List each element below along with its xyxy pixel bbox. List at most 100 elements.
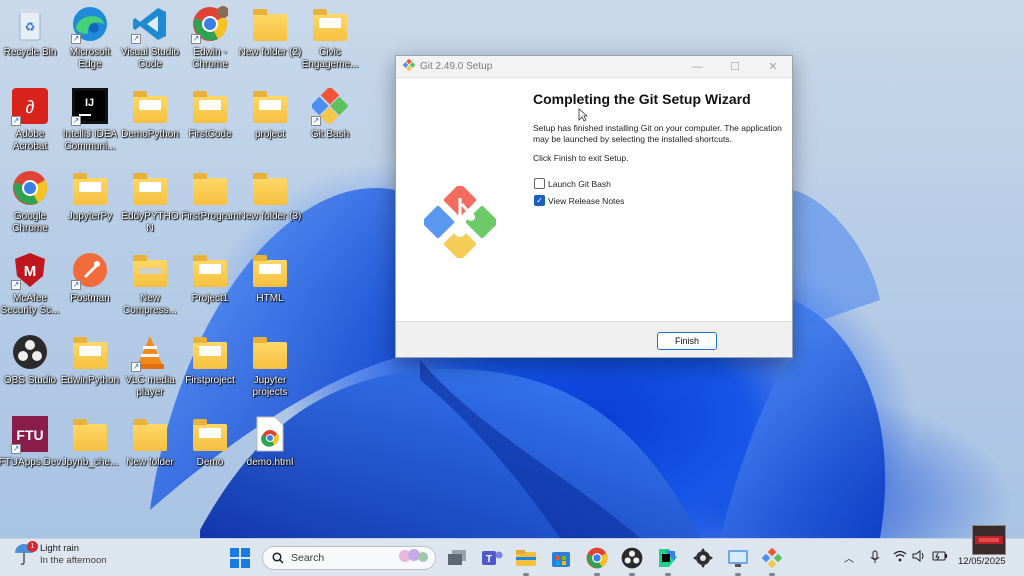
- folder-icon: [190, 250, 230, 290]
- desktop-icon-civic-engagement[interactable]: Civic Engageme...: [300, 4, 360, 82]
- obs-studio-icon: [10, 332, 50, 372]
- dialog-titlebar[interactable]: Git 2.49.0 Setup — ☐ ✕: [396, 56, 792, 78]
- desktop-icon-project1[interactable]: Project1: [180, 250, 240, 328]
- folder-icon: [190, 168, 230, 208]
- pycharm-icon: [659, 549, 677, 567]
- pycharm-taskbar-button[interactable]: [656, 546, 680, 576]
- wizard-instruction: Click Finish to exit Setup.: [533, 153, 629, 163]
- obs-studio-icon: [621, 547, 643, 569]
- obs-taskbar-button[interactable]: [620, 546, 644, 576]
- desktop-icon-demopython[interactable]: DemoPython: [120, 86, 180, 164]
- volume-button[interactable]: [912, 550, 926, 565]
- desktop-icon-new-folder[interactable]: New folder: [120, 414, 180, 492]
- show-hidden-icons-button[interactable]: ︿: [844, 550, 854, 565]
- taskbar-date[interactable]: 12/05/2025: [958, 556, 1006, 567]
- desktop-icon-google-chrome[interactable]: Google Chrome: [0, 168, 60, 246]
- desktop-icon-adobe-acrobat[interactable]: ∂ ↗ Adobe Acrobat: [0, 86, 60, 164]
- launch-git-bash-option[interactable]: Launch Git Bash: [534, 178, 611, 189]
- desktop-icon-edwin-chrome[interactable]: ↗ Edwin - Chrome: [180, 4, 240, 82]
- folder-icon: [310, 4, 350, 44]
- desktop-icon-html[interactable]: HTML: [240, 250, 300, 328]
- desktop-icon-vlc[interactable]: ↗ VLC media player: [120, 332, 180, 410]
- search-placeholder: Search: [291, 552, 325, 564]
- svg-text:M: M: [24, 263, 37, 280]
- taskbar-search[interactable]: Search: [262, 546, 436, 570]
- desktop-icon-ftuapps[interactable]: FTU ↗ FTUApps.Dev: [0, 414, 61, 492]
- close-button[interactable]: ✕: [754, 56, 792, 78]
- desktop-icon-jpynb[interactable]: Jpynb_che...: [60, 414, 120, 492]
- desktop-icon-firstprogram[interactable]: FirstProgram: [180, 168, 240, 246]
- launch-git-bash-checkbox[interactable]: [534, 178, 545, 189]
- battery-button[interactable]: [932, 550, 948, 565]
- desktop-icon-label: project: [254, 129, 285, 140]
- dialog-body: Completing the Git Setup Wizard Setup ha…: [396, 78, 792, 322]
- view-release-notes-checkbox[interactable]: ✓: [534, 195, 545, 206]
- desktop-icon-firstproject[interactable]: Firstproject: [180, 332, 240, 410]
- desktop-icon-new-compressed[interactable]: New Compress...: [120, 250, 180, 328]
- finish-button[interactable]: Finish: [657, 332, 717, 350]
- task-view-button[interactable]: [445, 546, 469, 570]
- postman-icon: ↗: [70, 250, 110, 290]
- desktop-icon-new-folder-2[interactable]: New folder (2): [239, 4, 301, 82]
- desktop-icon-project[interactable]: project: [240, 86, 300, 164]
- chrome-taskbar-button[interactable]: [585, 546, 609, 576]
- desktop-icon-label: EddyPYTHON: [121, 211, 179, 234]
- wizard-heading: Completing the Git Setup Wizard: [533, 91, 751, 107]
- network-button[interactable]: [893, 550, 907, 565]
- edge-icon: ↗: [70, 4, 110, 44]
- desktop-icon-label: New folder (3): [238, 211, 302, 222]
- desktop-icon-label: Recycle Bin: [3, 47, 57, 58]
- shortcut-arrow-icon: ↗: [131, 362, 141, 372]
- svg-text:T: T: [486, 554, 492, 565]
- desktop-icon-label: JupyterPy: [67, 211, 113, 222]
- shortcut-arrow-icon: ↗: [71, 34, 81, 44]
- desktop-icon-firstcode[interactable]: FirstCode: [180, 86, 240, 164]
- desktop-icon-jupyterpy[interactable]: JupyterPy: [60, 168, 120, 246]
- desktop-icon-jupyter-projects[interactable]: Jupyter projects: [240, 332, 300, 410]
- settings-taskbar-button[interactable]: [691, 546, 715, 570]
- desktop-icon-label: FirstProgram: [181, 211, 239, 222]
- microphone-button[interactable]: [870, 550, 880, 567]
- start-button[interactable]: [228, 546, 252, 570]
- maximize-button[interactable]: ☐: [716, 56, 754, 78]
- html-file-icon: [250, 414, 290, 454]
- desktop-icon-label: Civic Engageme...: [301, 47, 359, 70]
- chrome-icon: ↗: [190, 4, 230, 44]
- notification-thumbnail[interactable]: [972, 525, 1006, 555]
- desktop-icon-demo[interactable]: Demo: [180, 414, 240, 492]
- desktop-icon-vscode[interactable]: ↗ Visual Studio Code: [120, 4, 180, 82]
- git-logo-icon: [402, 58, 416, 76]
- desktop-icon-intellij[interactable]: IJ ↗ IntelliJ IDEA Communi...: [60, 86, 120, 164]
- svg-text:FTU: FTU: [16, 427, 43, 443]
- minimize-button[interactable]: —: [678, 56, 716, 78]
- rain-cloud-icon: 1: [12, 541, 38, 567]
- notification-badge: 1: [27, 541, 38, 552]
- folder-icon: [70, 168, 110, 208]
- desktop-icon-recycle-bin[interactable]: ♻ Recycle Bin: [0, 4, 60, 82]
- desktop-icon-mcafee[interactable]: M ↗ McAfee Security Sc...: [0, 250, 60, 328]
- desktop-icon-eddypython[interactable]: EddyPYTHON: [120, 168, 180, 246]
- git-setup-taskbar-button[interactable]: [760, 546, 784, 576]
- desktop-icon-edwinpython[interactable]: EdwinPython: [60, 332, 120, 410]
- desktop-icon-new-folder-3[interactable]: New folder (3): [238, 168, 302, 246]
- speaker-icon: [912, 550, 924, 562]
- svg-text:∂: ∂: [26, 97, 35, 117]
- desktop-icon-postman[interactable]: ↗ Postman: [60, 250, 120, 328]
- desktop-icon-label: demo.html: [246, 457, 294, 468]
- view-release-notes-option[interactable]: ✓ View Release Notes: [534, 195, 624, 206]
- file-explorer-button[interactable]: [514, 546, 538, 576]
- desktop-icon-git-bash[interactable]: ↗ Git Bash: [300, 86, 360, 164]
- desktop-icon-demo-html[interactable]: demo.html: [240, 414, 300, 492]
- teams-button[interactable]: T: [480, 546, 504, 570]
- desktop-icon-obs-studio[interactable]: OBS Studio: [0, 332, 60, 410]
- wizard-description: Setup has finished installing Git on you…: [533, 123, 782, 144]
- weather-widget[interactable]: 1 Light rain In the afternoon: [12, 541, 107, 567]
- shortcut-arrow-icon: ↗: [11, 280, 21, 290]
- vscode-icon: ↗: [130, 4, 170, 44]
- remote-desktop-taskbar-button[interactable]: [726, 546, 750, 576]
- desktop-icon-microsoft-edge[interactable]: ↗ Microsoft Edge: [60, 4, 120, 82]
- vlc-icon: ↗: [130, 332, 170, 372]
- desktop-icon-label: EdwinPython: [60, 375, 120, 386]
- mcafee-icon: M ↗: [10, 250, 50, 290]
- store-button[interactable]: [549, 546, 573, 570]
